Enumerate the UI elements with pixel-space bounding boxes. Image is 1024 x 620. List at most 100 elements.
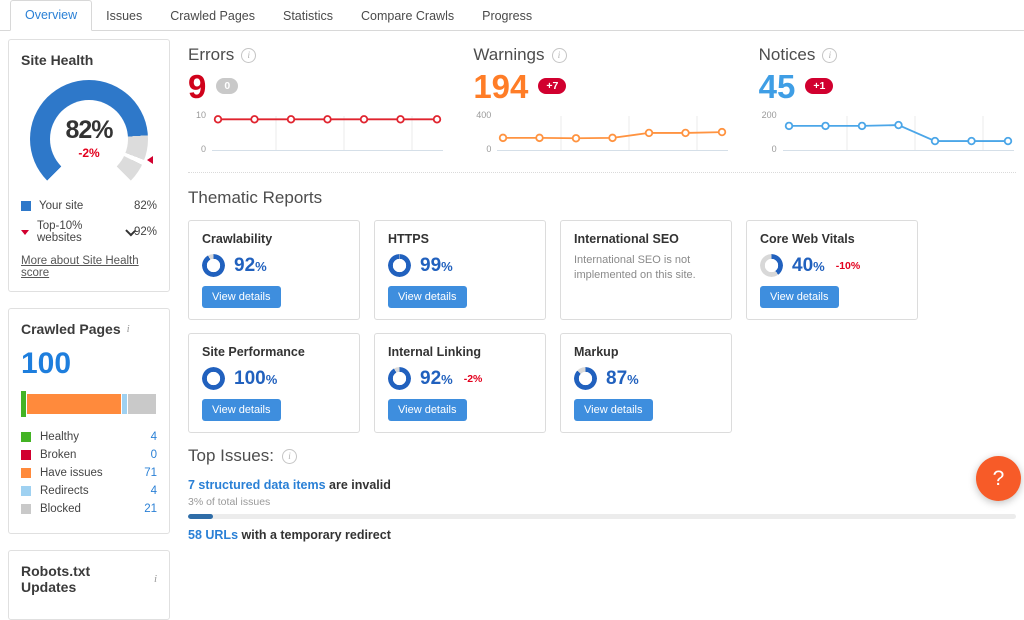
metric-title-notices: Notices i (759, 45, 1016, 65)
card-title: Internal Linking (388, 345, 482, 359)
card-international-seo: International SEO International SEO is no… (560, 220, 732, 320)
swatch-icon (21, 468, 31, 478)
metrics-row: Errors i 9 0 10 0 Warnings i 194 +7 400 0 Notices i 45… (188, 45, 1016, 156)
tab-issues[interactable]: Issues (92, 2, 156, 31)
help-button[interactable]: ? (976, 456, 1021, 501)
crawled-legend-label: Redirects (40, 485, 89, 497)
swatch-icon (21, 486, 31, 496)
info-icon[interactable]: i (127, 323, 130, 335)
metric-title-text: Warnings (473, 45, 545, 64)
metric-value-row: 45 +1 (759, 68, 1016, 104)
card-title: Crawlability (202, 232, 273, 246)
metric-change-badge: +1 (805, 78, 834, 94)
card-title: Markup (574, 345, 619, 359)
metric-value-row: 90 (188, 68, 445, 104)
card-title: Site Performance (202, 345, 305, 359)
view-details-button[interactable]: View details (574, 399, 653, 421)
tab-statistics[interactable]: Statistics (269, 2, 347, 31)
crawled-legend-value[interactable]: 21 (144, 503, 157, 515)
gauge-center: 82% -2% (30, 116, 148, 160)
view-details-button[interactable]: View details (202, 399, 281, 421)
blue-square-icon (21, 201, 31, 211)
thematic-reports-heading-text: Thematic Reports (188, 188, 323, 207)
info-icon[interactable]: i (822, 47, 838, 63)
metric-errors: Errors i 9 0 10 0 (188, 45, 445, 156)
card-percent: 92% (420, 368, 453, 389)
donut-internal-linking-icon (388, 367, 411, 390)
metric-title-text: Errors (188, 45, 235, 64)
card-row: Site Performance 100% View details Internal… (188, 333, 1016, 433)
robots-panel: Robots.txt Updates i (8, 550, 170, 620)
site-health-more-link[interactable]: More about Site Health score (21, 255, 157, 279)
y-max-label: 200 (761, 110, 777, 120)
donut-core-web-vitals-icon (760, 254, 783, 277)
metric-value-errors: 9 (188, 67, 207, 105)
issue-progress-bar (188, 514, 1016, 519)
crawled-legend-value[interactable]: 4 (151, 431, 157, 443)
card-score-row: 100% (202, 367, 346, 390)
tab-overview[interactable]: Overview (10, 0, 93, 31)
crawled-pages-stacked-bar (21, 391, 157, 417)
crawled-legend-row-broken: Broken 0 (21, 449, 157, 461)
card-markup: Markup 87% View details (560, 333, 732, 433)
crawled-legend-value[interactable]: 4 (151, 485, 157, 497)
issue-item: 7 structured data items are invalid 3% of… (188, 478, 1016, 519)
issue-subtext: 3% of total issues (188, 496, 271, 508)
crawled-legend-value[interactable]: 0 (151, 449, 157, 461)
view-details-button[interactable]: View details (388, 286, 467, 308)
red-triangle-icon (21, 229, 29, 235)
site-health-gauge: 82% -2% (30, 80, 153, 198)
crawled-legend-row-blocked: Blocked 21 (21, 503, 157, 515)
crawled-legend-label: Have issues (40, 467, 103, 479)
site-health-title: Site Health (21, 52, 94, 68)
metric-chart-notices: 200 0 (759, 110, 1016, 156)
view-details-button[interactable]: View details (202, 286, 281, 308)
card-delta: -10% (835, 259, 861, 272)
card-delta: -2% (463, 372, 483, 385)
y-min-label: 0 (200, 144, 206, 154)
top-issues-heading-text: Top Issues: (188, 446, 274, 465)
tab-progress[interactable]: Progress (468, 2, 546, 31)
y-axis-labels: 10 0 (188, 110, 210, 156)
sparkline-warnings (497, 116, 729, 151)
metric-title-text: Notices (758, 45, 816, 64)
info-icon[interactable]: i (282, 448, 297, 464)
crawled-legend-row-have-issues: Have issues 71 (21, 467, 157, 479)
view-details-button[interactable]: View details (760, 286, 839, 308)
crawled-legend-label: Healthy (40, 431, 79, 443)
y-axis-labels: 200 0 (759, 110, 781, 156)
card-score-row: 40% -10% (760, 254, 904, 277)
issue-link[interactable]: 58 URLs (188, 528, 238, 542)
crawled-legend-value[interactable]: 71 (144, 467, 157, 479)
swatch-icon (21, 450, 31, 460)
crawled-pages-title: Crawled Pages i (21, 321, 157, 337)
tab-compare-crawls[interactable]: Compare Crawls (347, 2, 468, 31)
card-score-row: 99% (388, 254, 532, 277)
tab-crawled-pages[interactable]: Crawled Pages (156, 2, 269, 31)
metric-title-errors: Errors i (188, 45, 445, 65)
issue-text: 58 URLs with a temporary redirect (188, 528, 391, 542)
top-issues-list: 7 structured data items are invalid 3% of… (188, 478, 1016, 542)
crawled-pages-legend: Healthy 4 Broken 0 Have issues 71 Redirects 4 Bl… (21, 431, 157, 515)
donut-markup-icon (574, 367, 597, 390)
sparkline-errors (212, 115, 443, 151)
info-icon[interactable]: i (551, 47, 567, 63)
crawled-pages-count: 100 (21, 347, 72, 380)
info-icon[interactable]: i (241, 47, 257, 63)
robots-title: Robots.txt Updates i (21, 563, 157, 595)
site-health-delta: -2% (78, 146, 100, 160)
sparkline-notices (782, 116, 1014, 151)
view-details-button[interactable]: View details (388, 399, 467, 421)
y-max-label: 10 (195, 110, 206, 120)
y-min-label: 0 (486, 144, 492, 154)
legend-row-your-site: Your site 82% (21, 200, 157, 212)
thematic-cards: Crawlability 92% View details HTTPS 99% View … (188, 220, 1016, 433)
info-icon[interactable]: i (154, 573, 157, 585)
crawled-pages-panel: Crawled Pages i 100 Healthy 4 Broken 0 Have … (8, 308, 170, 534)
card-internal-linking: Internal Linking 92% -2% View details (374, 333, 546, 433)
metric-title-warnings: Warnings i (473, 45, 730, 65)
crawled-pages-title-text: Crawled Pages (21, 321, 121, 337)
metric-value-notices: 45 (758, 67, 796, 105)
issue-link[interactable]: 7 structured data items (188, 478, 326, 492)
card-title: HTTPS (388, 232, 429, 246)
